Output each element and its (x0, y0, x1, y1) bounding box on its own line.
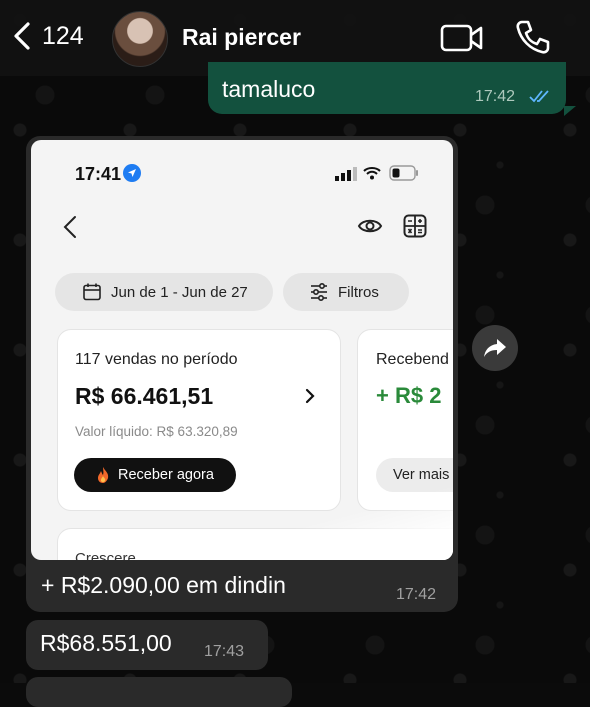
read-ticks-icon (529, 90, 549, 103)
receivables-amount: + R$ 2 (376, 383, 442, 408)
filters-chip[interactable]: Filtros (283, 273, 409, 311)
video-call-icon[interactable] (440, 22, 484, 54)
sales-card[interactable]: 117 vendas no período R$ 66.461,51 Valor… (57, 329, 341, 511)
date-range-chip[interactable]: Jun de 1 - Jun de 27 (55, 273, 273, 311)
chevron-left-icon (14, 22, 30, 50)
phone-call-icon[interactable] (513, 18, 551, 56)
message-text: R$68.551,00 (40, 630, 172, 656)
receivables-card[interactable]: Recebend + R$ 2 Ver mais (357, 329, 453, 511)
date-range-label: Jun de 1 - Jun de 27 (111, 283, 248, 301)
message-time: 17:42 (475, 88, 516, 105)
avatar[interactable] (112, 11, 168, 67)
back-button[interactable]: 124 (10, 20, 84, 52)
signal-icon (335, 167, 357, 181)
bubble-tail (564, 106, 576, 116)
message-time: 17:43 (204, 643, 245, 660)
see-more-label: Ver mais (393, 467, 450, 483)
forward-arrow-icon (484, 339, 506, 357)
fire-icon (98, 467, 109, 483)
receivables-label: Recebend (376, 351, 449, 368)
wifi-icon (363, 167, 381, 180)
image-caption: + R$2.090,00 em dindin (41, 572, 286, 598)
incoming-message[interactable]: R$68.551,00 17:43 (26, 620, 268, 670)
crescere-card[interactable]: Crescere (57, 528, 453, 560)
forward-button[interactable] (472, 325, 518, 371)
calendar-icon (83, 283, 101, 301)
receive-now-button[interactable]: Receber agora (74, 458, 236, 492)
sales-amount: R$ 66.461,51 (75, 383, 214, 409)
see-more-button[interactable]: Ver mais (376, 458, 453, 492)
battery-icon (389, 165, 418, 181)
eye-icon[interactable] (357, 216, 383, 236)
net-value-label: Valor líquido: R$ 63.320,89 (75, 424, 238, 439)
filters-label: Filtros (338, 283, 379, 301)
message-time: 17:42 (396, 586, 437, 603)
crescere-label: Crescere (75, 550, 136, 560)
outgoing-message[interactable]: tamaluco 17:42 (208, 62, 576, 116)
sliders-icon (311, 282, 327, 302)
calculator-icon[interactable] (403, 214, 427, 238)
status-bar-time: 17:41 (75, 164, 122, 184)
message-text: tamaluco (222, 76, 316, 102)
back-arrow-icon[interactable] (61, 214, 79, 240)
shared-screenshot[interactable]: 17:41 Jun de 1 - Jun de 27 Filtros 117 v… (31, 140, 453, 560)
chevron-right-icon[interactable] (304, 387, 316, 405)
location-icon (123, 164, 141, 182)
receive-now-label: Receber agora (118, 467, 214, 483)
unread-count: 124 (42, 21, 84, 50)
contact-name[interactable]: Rai piercer (182, 24, 301, 51)
sales-count-label: 117 vendas no período (75, 351, 238, 368)
incoming-message-partial[interactable] (26, 677, 292, 707)
